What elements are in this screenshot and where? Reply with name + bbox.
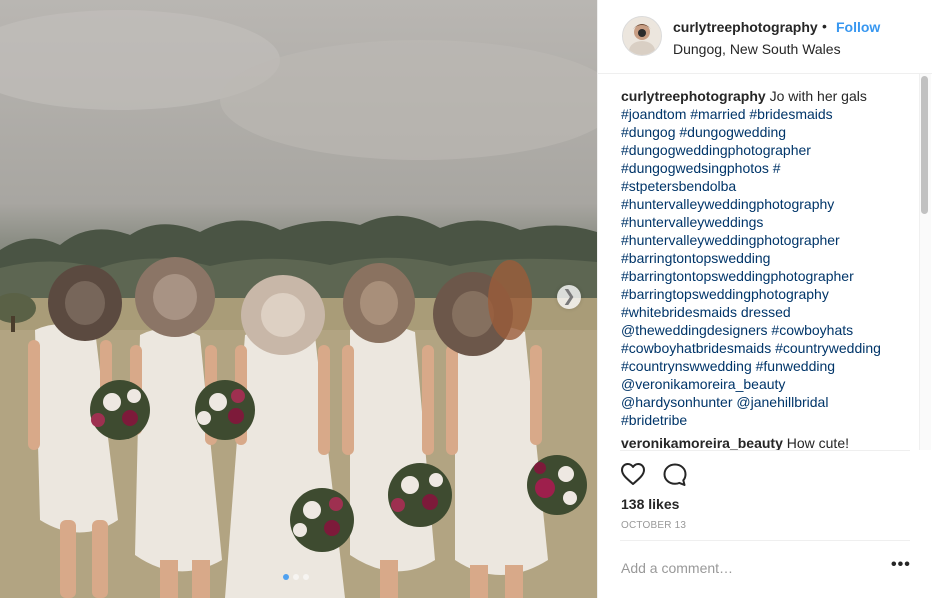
caption-line[interactable]: #dungog #dungogwedding — [621, 124, 786, 140]
caption-line[interactable]: #bridetribe — [621, 412, 687, 428]
speech-bubble-icon — [663, 463, 687, 486]
caption-line[interactable]: @hardysonhunter @janehillbridal — [621, 394, 828, 410]
caption-line[interactable]: #cowboyhatbridesmaids #countrywedding — [621, 340, 881, 356]
photo-illustration — [0, 10, 597, 598]
caption-line[interactable]: @veronikamoreira_beauty — [621, 376, 785, 392]
caption-line[interactable]: #dungogweddingphotographer — [621, 142, 811, 158]
follow-button[interactable]: Follow — [836, 19, 880, 35]
comment-item: veronikamoreira_beauty How cute! — [621, 434, 906, 450]
caption-line[interactable]: #dungogwedsingphotos # — [621, 160, 781, 176]
ellipsis-icon[interactable]: ••• — [891, 556, 911, 574]
comments-list[interactable]: curlytreephotography Jo with her gals #j… — [598, 74, 932, 450]
divider — [620, 450, 910, 451]
avatar[interactable] — [622, 16, 662, 56]
carousel-indicator — [283, 574, 309, 580]
caption-username[interactable]: curlytreephotography — [621, 88, 766, 104]
header-separator: • — [822, 18, 827, 34]
caption-line[interactable]: #huntervalleyweddingphotographer — [621, 232, 840, 248]
caption-line[interactable]: #countrynswwedding #funwedding — [621, 358, 835, 374]
caption-line[interactable]: @theweddingdesigners #cowboyhats — [621, 322, 853, 338]
post-location[interactable]: Dungog, New South Wales — [673, 41, 841, 57]
chevron-right-icon: ❯ — [562, 288, 576, 305]
carousel-dot — [293, 574, 299, 580]
avatar-image — [623, 17, 661, 55]
comments-scrollbar-thumb[interactable] — [921, 76, 928, 214]
carousel-dot — [303, 574, 309, 580]
caption-line: Jo with her gals — [769, 88, 867, 104]
like-button[interactable] — [620, 462, 646, 491]
post-photo[interactable]: ❯ — [0, 0, 597, 598]
heart-outline-icon — [621, 463, 645, 485]
caption-line[interactable]: #barringtontopsweddingphotographer — [621, 268, 854, 284]
comment-username[interactable]: veronikamoreira_beauty — [621, 435, 783, 450]
carousel-dot-active — [283, 574, 289, 580]
divider — [620, 540, 910, 541]
caption-line[interactable]: #barringtopsweddingphotography — [621, 286, 829, 302]
caption-line[interactable]: #joandtom #married #bridesmaids — [621, 106, 833, 122]
likes-count[interactable]: 138 likes — [621, 496, 679, 512]
caption-comment: curlytreephotography Jo with her gals #j… — [621, 87, 906, 429]
caption-line[interactable]: #stpetersbendolba — [621, 178, 736, 194]
caption-line[interactable]: #huntervalleyweddings — [621, 214, 763, 230]
post-header: curlytreephotography • Follow Dungog, Ne… — [598, 0, 932, 74]
carousel-next-button[interactable]: ❯ — [557, 285, 581, 309]
caption-line[interactable]: #whitebridesmaids dressed — [621, 304, 791, 320]
caption-line[interactable]: #barringtontopswedding — [621, 250, 770, 266]
post-details-panel: curlytreephotography • Follow Dungog, Ne… — [597, 0, 932, 598]
post-author-username[interactable]: curlytreephotography — [673, 19, 818, 35]
comment-text: How cute! — [786, 435, 849, 450]
caption-line[interactable]: #huntervalleyweddingphotography — [621, 196, 834, 212]
comment-button[interactable] — [662, 462, 688, 493]
post-date[interactable]: OCTOBER 13 — [621, 520, 686, 531]
add-comment-input[interactable]: Add a comment… — [621, 560, 733, 576]
